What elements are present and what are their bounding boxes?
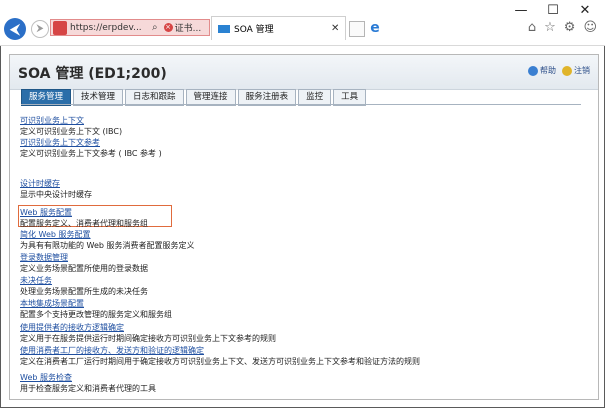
tab-title: SOA 管理 — [234, 25, 274, 35]
ws-config-desc: 配置服务定义、消费者代理和服务组 — [20, 219, 148, 228]
ws-check-link[interactable]: Web 服务检查 — [20, 372, 440, 383]
toolbar-icons: ⌂ ☆ ⚙ ☺ — [528, 20, 597, 35]
provider-receiver-desc: 定义用于在服务提供运行时期间确定接收方可识别业务上下文参考的规则 — [20, 334, 276, 343]
header-links: 帮助 注销 — [528, 65, 590, 76]
logon-data-desc: 定义业务场景配置所使用的登录数据 — [20, 264, 148, 273]
ibc-desc: 定义可识别业务上下文 (IBC) — [20, 127, 123, 136]
local-integration-desc: 配置多个支持更改管理的服务定义和服务组 — [20, 310, 172, 319]
favorites-icon[interactable]: ☆ — [544, 20, 556, 35]
provider-receiver-link[interactable]: 使用提供者的接收方逻辑确定 — [20, 322, 440, 333]
simple-ws-config-desc: 为具有有限功能的 Web 服务消费者配置服务定义 — [20, 241, 195, 250]
logoff-link[interactable]: 注销 — [574, 65, 590, 76]
list-item: 本地集成场景配置 配置多个支持更改管理的服务定义和服务组 — [20, 298, 440, 320]
close-button[interactable]: ✕ — [569, 1, 601, 19]
home-icon[interactable]: ⌂ — [528, 20, 536, 35]
new-tab-button[interactable] — [349, 21, 365, 37]
minimize-button[interactable]: — — [505, 1, 537, 19]
ibc-ref-link[interactable]: 可识别业务上下文参考 — [20, 137, 440, 148]
sap-logo-icon — [218, 24, 230, 33]
settings-icon[interactable]: ⚙ — [564, 20, 576, 35]
cert-error-icon: × — [163, 23, 173, 32]
ws-check-desc: 用于检查服务定义和消费者代理的工具 — [20, 384, 156, 393]
design-cache-desc: 显示中央设计时缓存 — [20, 190, 92, 199]
list-item: 可识别业务上下文 定义可识别业务上下文 (IBC) — [20, 115, 440, 137]
ibc-ref-desc: 定义可识别业务上下文参考 ( IBC 参考 ) — [20, 149, 162, 158]
page-title: SOA 管理 (ED1;200) — [18, 66, 167, 82]
tab-close-icon[interactable]: ✕ — [331, 23, 345, 34]
tab-divider — [21, 104, 581, 105]
soa-page: SOA 管理 (ED1;200) 帮助 注销 服务管理 技术管理 日志和跟踪 管… — [9, 54, 599, 400]
local-integration-link[interactable]: 本地集成场景配置 — [20, 298, 440, 309]
logon-data-link[interactable]: 登录数据管理 — [20, 252, 440, 263]
window-controls: — ☐ ✕ — [505, 1, 601, 19]
ibc-link[interactable]: 可识别业务上下文 — [20, 115, 440, 126]
list-item: Web 服务配置 配置服务定义、消费者代理和服务组 — [20, 207, 440, 229]
ws-config-link[interactable]: Web 服务配置 — [20, 207, 440, 218]
cert-error-text[interactable]: 证书... — [175, 21, 202, 34]
list-item: 登录数据管理 定义业务场景配置所使用的登录数据 — [20, 252, 440, 274]
list-item: 可识别业务上下文参考 定义可识别业务上下文参考 ( IBC 参考 ) — [20, 137, 440, 159]
page-header: SOA 管理 (ED1;200) 帮助 注销 — [10, 55, 598, 90]
consumer-factory-desc: 定义在消费者工厂运行时期间用于确定接收方可识别业务上下文、发送方可识别业务上下文… — [20, 357, 420, 366]
back-button[interactable]: ⮜ — [4, 18, 26, 40]
site-icon — [53, 20, 67, 35]
consumer-factory-link[interactable]: 使用消费者工厂的接收方、发送方和验证的逻辑确定 — [20, 345, 440, 356]
list-item: 设计时缓存 显示中央设计时缓存 — [20, 178, 440, 200]
pending-tasks-desc: 处理业务场景配置所生成的未决任务 — [20, 287, 148, 296]
forward-button[interactable]: ⮞ — [31, 20, 49, 38]
pending-tasks-link[interactable]: 未决任务 — [20, 275, 440, 286]
feedback-icon[interactable]: ☺ — [583, 20, 597, 35]
help-icon — [528, 65, 538, 76]
browser-tab[interactable]: SOA 管理 ✕ — [211, 16, 346, 40]
design-cache-link[interactable]: 设计时缓存 — [20, 178, 440, 189]
list-item: Web 服务检查 用于检查服务定义和消费者代理的工具 — [20, 372, 440, 394]
simple-ws-config-link[interactable]: 简化 Web 服务配置 — [20, 229, 440, 240]
search-icon[interactable]: ⌕ — [152, 22, 158, 33]
logoff-icon — [562, 65, 572, 76]
address-bar[interactable]: https://erpdev... ⌕ × 证书... — [50, 19, 210, 36]
list-item: 未决任务 处理业务场景配置所生成的未决任务 — [20, 275, 440, 297]
maximize-button[interactable]: ☐ — [537, 1, 569, 19]
list-item: 使用消费者工厂的接收方、发送方和验证的逻辑确定 定义在消费者工厂运行时期间用于确… — [20, 345, 440, 367]
ie-icon[interactable]: e — [368, 20, 382, 36]
list-item: 使用提供者的接收方逻辑确定 定义用于在服务提供运行时期间确定接收方可识别业务上下… — [20, 322, 440, 344]
url-text: https://erpdev... — [70, 22, 142, 33]
help-link[interactable]: 帮助 — [540, 65, 556, 76]
list-item: 简化 Web 服务配置 为具有有限功能的 Web 服务消费者配置服务定义 — [20, 229, 440, 251]
